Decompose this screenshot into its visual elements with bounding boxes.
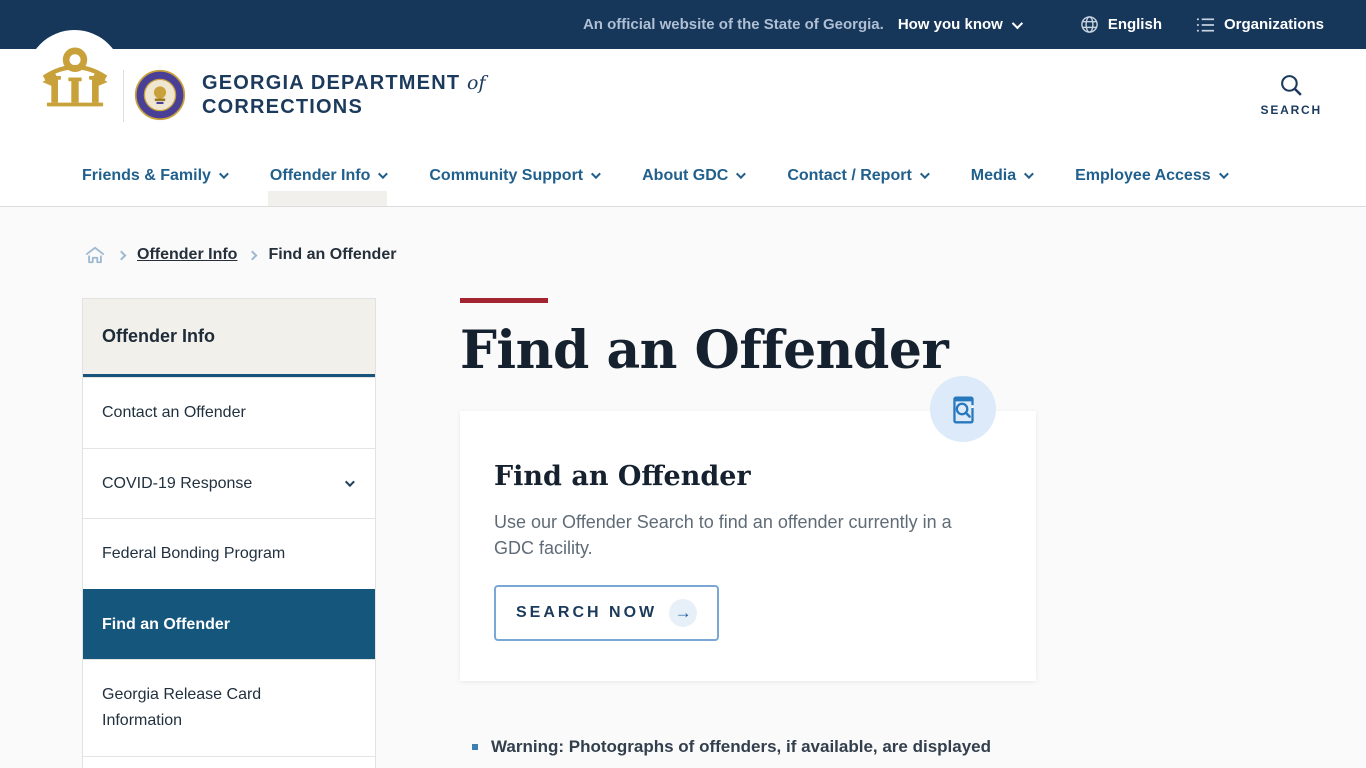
topbar-right-group: English Organizations — [1080, 15, 1324, 34]
official-state-bar: An official website of the State of Geor… — [0, 0, 1366, 49]
header-search-button[interactable]: SEARCH — [1261, 73, 1322, 117]
chevron-down-icon — [591, 169, 601, 180]
chevron-down-icon — [1024, 169, 1034, 180]
sidebar-item-label: Find an Offender — [102, 615, 230, 633]
language-label: English — [1107, 16, 1162, 33]
site-header: GEORGIA DEPARTMENT of CORRECTIONS SEARCH — [0, 30, 1366, 145]
chevron-down-icon — [1218, 169, 1229, 180]
nav-item-community-support[interactable]: Community Support — [429, 145, 601, 206]
official-message-group: An official website of the State of Geor… — [582, 16, 1023, 33]
arrow-right-icon: → — [669, 599, 698, 628]
official-message: An official website of the State of Geor… — [582, 16, 884, 33]
chevron-down-icon — [919, 169, 930, 180]
sidebar-item-label: Georgia Release Card Information — [102, 686, 262, 729]
main-column: Find an Offender Find an Offender Use ou… — [460, 298, 1036, 768]
nav-item-media[interactable]: Media — [970, 145, 1034, 206]
nav-item-contact-report[interactable]: Contact / Report — [787, 145, 930, 206]
offender-search-icon-badge — [930, 376, 996, 442]
how-you-know-label: How you know — [897, 16, 1003, 33]
sidebar-item-incarcerated-veterans[interactable]: Incarcerated Veterans — [83, 755, 375, 768]
org-list-icon — [1196, 17, 1215, 32]
nav-label: Media — [970, 166, 1017, 184]
chevron-down-icon — [378, 169, 389, 180]
breadcrumb: Offender Info Find an Offender — [0, 207, 1366, 265]
sidebar-item-label: Federal Bonding Program — [102, 545, 286, 563]
gdc-seal — [134, 69, 186, 121]
find-offender-card: Find an Offender Use our Offender Search… — [460, 376, 1036, 682]
breadcrumb-parent-link[interactable]: Offender Info — [137, 246, 237, 264]
sidebar-item-covid-19-response[interactable]: COVID-19 Response — [83, 447, 375, 519]
home-icon[interactable] — [84, 245, 106, 265]
chevron-down-icon — [344, 477, 355, 487]
list-bullet — [472, 744, 478, 751]
nav-item-friends-family[interactable]: Friends & Family — [82, 145, 229, 206]
nav-list: Friends & Family Offender Info Community… — [82, 145, 1270, 206]
agency-name-line1: GEORGIA DEPARTMENT — [202, 72, 461, 94]
sidebar-item-find-an-offender[interactable]: Find an Offender — [83, 588, 375, 660]
nav-label: Friends & Family — [82, 166, 211, 184]
globe-icon — [1081, 16, 1098, 33]
language-selector[interactable]: English — [1080, 15, 1162, 34]
nav-label: Offender Info — [269, 166, 371, 184]
warning-text: Warning: Photographs of offenders, if av… — [491, 737, 992, 757]
search-now-button[interactable]: SEARCH NOW → — [494, 585, 720, 642]
header-divider — [123, 70, 124, 122]
organizations-label: Organizations — [1223, 16, 1324, 33]
sidebar-item-label: COVID-19 Response — [102, 474, 253, 492]
breadcrumb-current: Find an Offender — [268, 246, 397, 263]
chevron-down-icon — [218, 169, 229, 180]
nav-item-offender-info[interactable]: Offender Info — [267, 145, 389, 206]
warning-list-item: Warning: Photographs of offenders, if av… — [460, 737, 1036, 757]
nav-item-employee-access[interactable]: Employee Access — [1075, 145, 1229, 206]
sidebar-title: Offender Info — [83, 299, 375, 377]
search-now-label: SEARCH NOW — [516, 604, 658, 622]
how-you-know-toggle[interactable]: How you know — [897, 16, 1023, 33]
section-sidebar: Offender Info Contact an Offender COVID-… — [82, 298, 376, 768]
chevron-down-icon — [736, 169, 747, 180]
sidebar-item-label: Contact an Offender — [102, 404, 246, 421]
sidebar-item-georgia-release-card[interactable]: Georgia Release Card Information — [83, 659, 375, 755]
red-accent-bar — [460, 298, 548, 303]
organizations-link[interactable]: Organizations — [1196, 16, 1324, 33]
nav-label: Contact / Report — [787, 166, 912, 184]
breadcrumb-separator-icon — [116, 250, 127, 260]
nav-label: Employee Access — [1075, 166, 1211, 184]
agency-name-line2: CORRECTIONS — [202, 96, 363, 118]
primary-navigation: Friends & Family Offender Info Community… — [0, 145, 1366, 207]
nav-item-about-gdc[interactable]: About GDC — [642, 145, 747, 206]
content-area: Offender Info Contact an Offender COVID-… — [82, 298, 1366, 768]
breadcrumb-separator-icon — [247, 250, 258, 260]
nav-label: Community Support — [429, 166, 584, 184]
nav-label: About GDC — [642, 166, 729, 184]
arch-logo-icon — [41, 47, 108, 106]
sidebar-item-contact-an-offender[interactable]: Contact an Offender — [83, 377, 375, 448]
sidebar-item-federal-bonding-program[interactable]: Federal Bonding Program — [83, 518, 375, 589]
chevron-down-icon — [1011, 17, 1023, 29]
document-search-icon — [953, 396, 974, 424]
search-icon — [1280, 75, 1302, 96]
agency-name-of: of — [467, 72, 486, 94]
page-title: Find an Offender — [460, 320, 949, 381]
card-description: Use our Offender Search to find an offen… — [494, 512, 952, 559]
georgia-arch-logo[interactable] — [26, 30, 123, 127]
search-label: SEARCH — [1260, 103, 1322, 117]
card-title: Find an Offender — [494, 461, 751, 492]
page-body: Offender Info Find an Offender Offender … — [0, 207, 1366, 768]
agency-name[interactable]: GEORGIA DEPARTMENT of CORRECTIONS — [202, 71, 486, 119]
